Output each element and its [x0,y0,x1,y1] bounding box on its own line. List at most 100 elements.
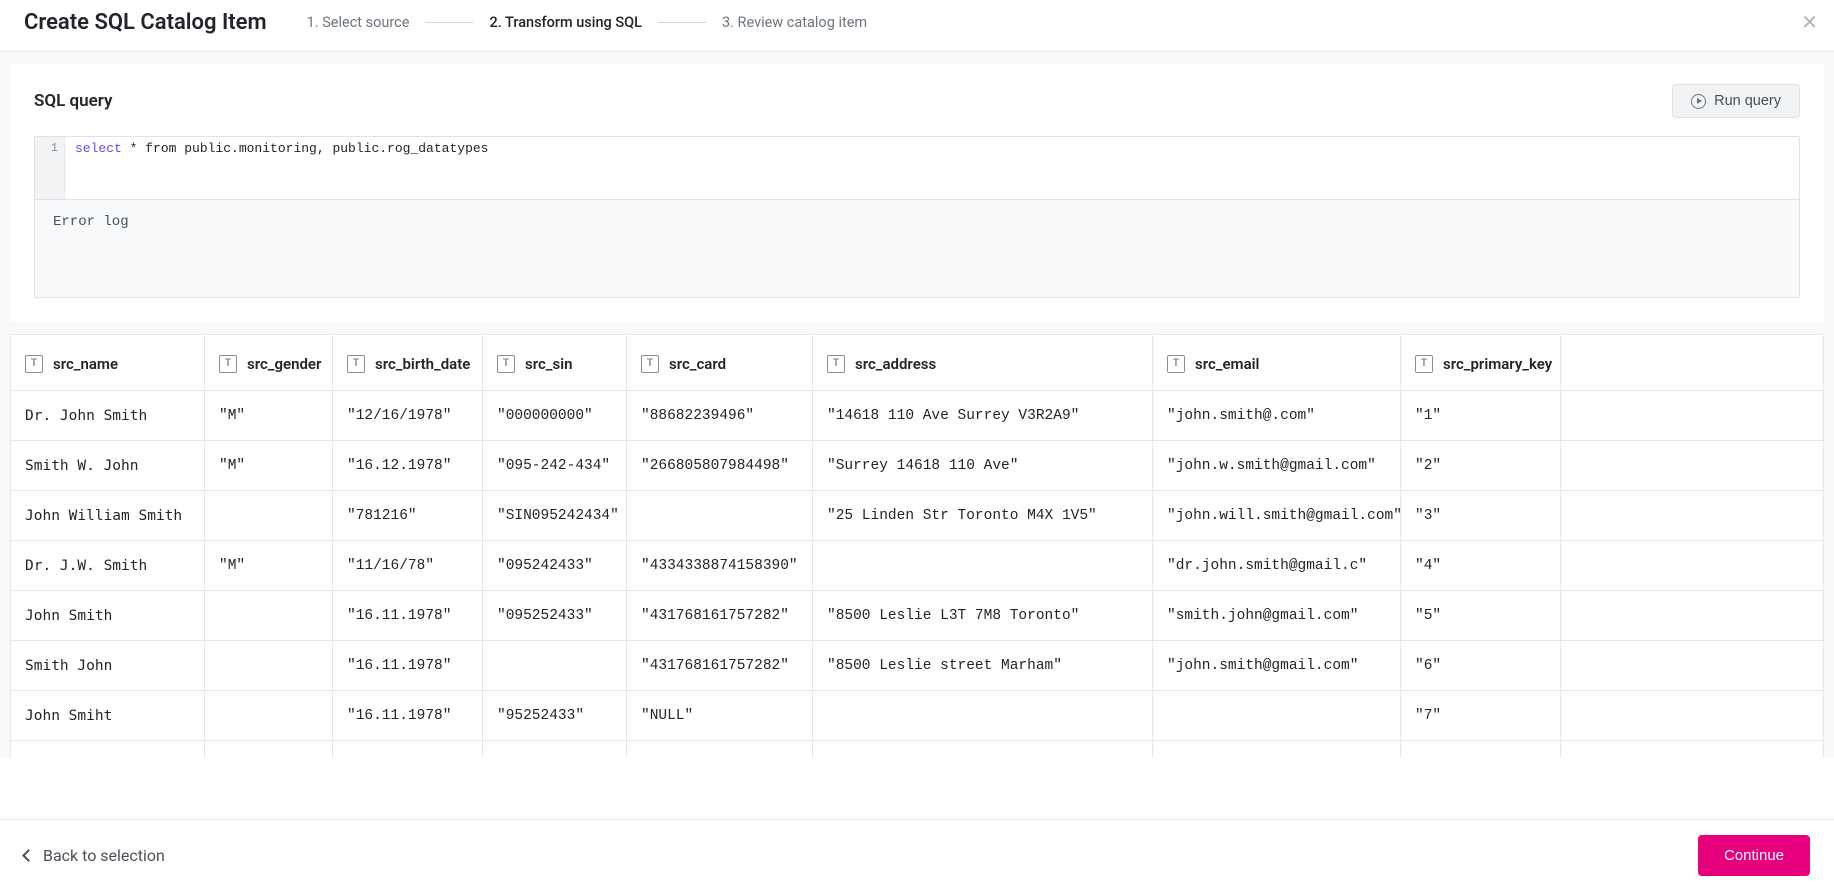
cell-filler [1560,640,1824,690]
table-header-row: Tsrc_nameTsrc_genderTsrc_birth_dateTsrc_… [10,334,1824,390]
cell-src_gender [204,640,332,690]
cell-src_email [1152,740,1400,758]
table-row[interactable]: John Smith"16.11.1978""095252433""431768… [10,590,1824,640]
back-link[interactable]: Back to selection [24,846,165,865]
continue-button[interactable]: Continue [1698,835,1810,876]
column-label: src_card [669,355,726,373]
cell-src_address [812,690,1152,740]
cell-src_email: "john.w.smith@gmail.com" [1152,440,1400,490]
step-divider [658,22,706,23]
error-log: Error log [35,199,1799,297]
cell-src_email: "smith.john@gmail.com" [1152,590,1400,640]
column-header-src_email[interactable]: Tsrc_email [1152,334,1400,390]
cell-src_birth_date: "781216" [332,490,482,540]
cell-src_name: John Smith [10,590,204,640]
cell-src_name: John Smiht [10,690,204,740]
step-divider [425,22,473,23]
column-header-src_gender[interactable]: Tsrc_gender [204,334,332,390]
column-label: src_address [855,355,936,373]
cell-src_sin: "095242433" [482,540,626,590]
cell-src_email: "john.will.smith@gmail.com" [1152,490,1400,540]
cell-src_birth_date: "16.11.1978" [332,640,482,690]
column-label: src_sin [525,355,572,373]
cell-src_primary_key: "4" [1400,540,1560,590]
step-2[interactable]: 2. Transform using SQL [489,14,642,31]
cell-filler [1560,440,1824,490]
cell-src_card [626,490,812,540]
table-row[interactable]: Dr. John Smith"M""12/16/1978""000000000"… [10,390,1824,440]
sql-editor-code[interactable]: 1 select * from public.monitoring, publi… [35,137,1799,199]
column-header-src_name[interactable]: Tsrc_name [10,334,204,390]
run-query-button[interactable]: Run query [1672,84,1800,118]
close-icon[interactable]: ✕ [1801,12,1818,32]
column-header-src_card[interactable]: Tsrc_card [626,334,812,390]
cell-src_address [812,540,1152,590]
table-row[interactable]: John Smiht"16.11.1978""95252433""NULL""7… [10,690,1824,740]
cell-src_birth_date [332,740,482,758]
sql-editor: 1 select * from public.monitoring, publi… [34,136,1800,298]
cell-src_card: "266805807984498" [626,440,812,490]
cell-src_address: "8500 Leslie street Marham" [812,640,1152,690]
text-type-icon: T [347,355,365,373]
table-row[interactable] [10,740,1824,758]
cell-src_name: Smith John [10,640,204,690]
table-row[interactable]: John William Smith"781216""SIN095242434"… [10,490,1824,540]
cell-src_sin [482,740,626,758]
cell-src_gender [204,590,332,640]
cell-src_card: "431768161757282" [626,640,812,690]
cell-src_address: "8500 Leslie L3T 7M8 Toronto" [812,590,1152,640]
back-label: Back to selection [43,846,165,865]
step-3[interactable]: 3. Review catalog item [722,14,867,31]
line-gutter: 1 [35,137,65,199]
cell-src_birth_date: "16.12.1978" [332,440,482,490]
table-body: Dr. John Smith"M""12/16/1978""000000000"… [10,390,1824,758]
sql-panel: SQL query Run query 1 select * from publ… [10,64,1824,322]
cell-src_birth_date: "16.11.1978" [332,690,482,740]
table-row[interactable]: Smith John"16.11.1978""431768161757282""… [10,640,1824,690]
cell-src_sin [482,640,626,690]
column-label: src_gender [247,355,321,373]
cell-src_sin: "095252433" [482,590,626,640]
cell-src_address: "Surrey 14618 110 Ave" [812,440,1152,490]
cell-src_sin: "095-242-434" [482,440,626,490]
column-header-src_primary_key[interactable]: Tsrc_primary_key [1400,334,1560,390]
sql-code-line[interactable]: select * from public.monitoring, public.… [65,137,498,199]
cell-src_email: "john.smith@.com" [1152,390,1400,440]
cell-src_gender [204,490,332,540]
cell-src_sin: "95252433" [482,690,626,740]
cell-src_birth_date: "12/16/1978" [332,390,482,440]
table-row[interactable]: Smith W. John"M""16.12.1978""095-242-434… [10,440,1824,490]
cell-src_name: John William Smith [10,490,204,540]
cell-src_address [812,740,1152,758]
cell-src_birth_date: "11/16/78" [332,540,482,590]
cell-filler [1560,590,1824,640]
body: SQL query Run query 1 select * from publ… [0,52,1834,758]
cell-filler [1560,540,1824,590]
cell-filler [1560,390,1824,440]
cell-filler [1560,490,1824,540]
column-header-src_birth_date[interactable]: Tsrc_birth_date [332,334,482,390]
cell-src_gender: "M" [204,390,332,440]
run-query-label: Run query [1714,93,1781,109]
column-label: src_birth_date [375,355,470,373]
cell-src_primary_key: "5" [1400,590,1560,640]
cell-src_email: "john.smith@gmail.com" [1152,640,1400,690]
chevron-left-icon [22,849,35,862]
text-type-icon: T [219,355,237,373]
cell-src_gender [204,740,332,758]
text-type-icon: T [1167,355,1185,373]
results-table-wrap: Tsrc_nameTsrc_genderTsrc_birth_dateTsrc_… [10,334,1824,758]
column-label: src_email [1195,355,1259,373]
cell-src_address: "14618 110 Ave Surrey V3R2A9" [812,390,1152,440]
cell-src_address: "25 Linden Str Toronto M4X 1V5" [812,490,1152,540]
table-row[interactable]: Dr. J.W. Smith"M""11/16/78""095242433""4… [10,540,1824,590]
sql-keyword: select [75,141,122,156]
column-header-src_sin[interactable]: Tsrc_sin [482,334,626,390]
text-type-icon: T [25,355,43,373]
cell-src_primary_key: "6" [1400,640,1560,690]
column-header-src_address[interactable]: Tsrc_address [812,334,1152,390]
cell-src_name: Smith W. John [10,440,204,490]
cell-src_gender: "M" [204,440,332,490]
step-1[interactable]: 1. Select source [307,14,410,31]
cell-src_card: "88682239496" [626,390,812,440]
